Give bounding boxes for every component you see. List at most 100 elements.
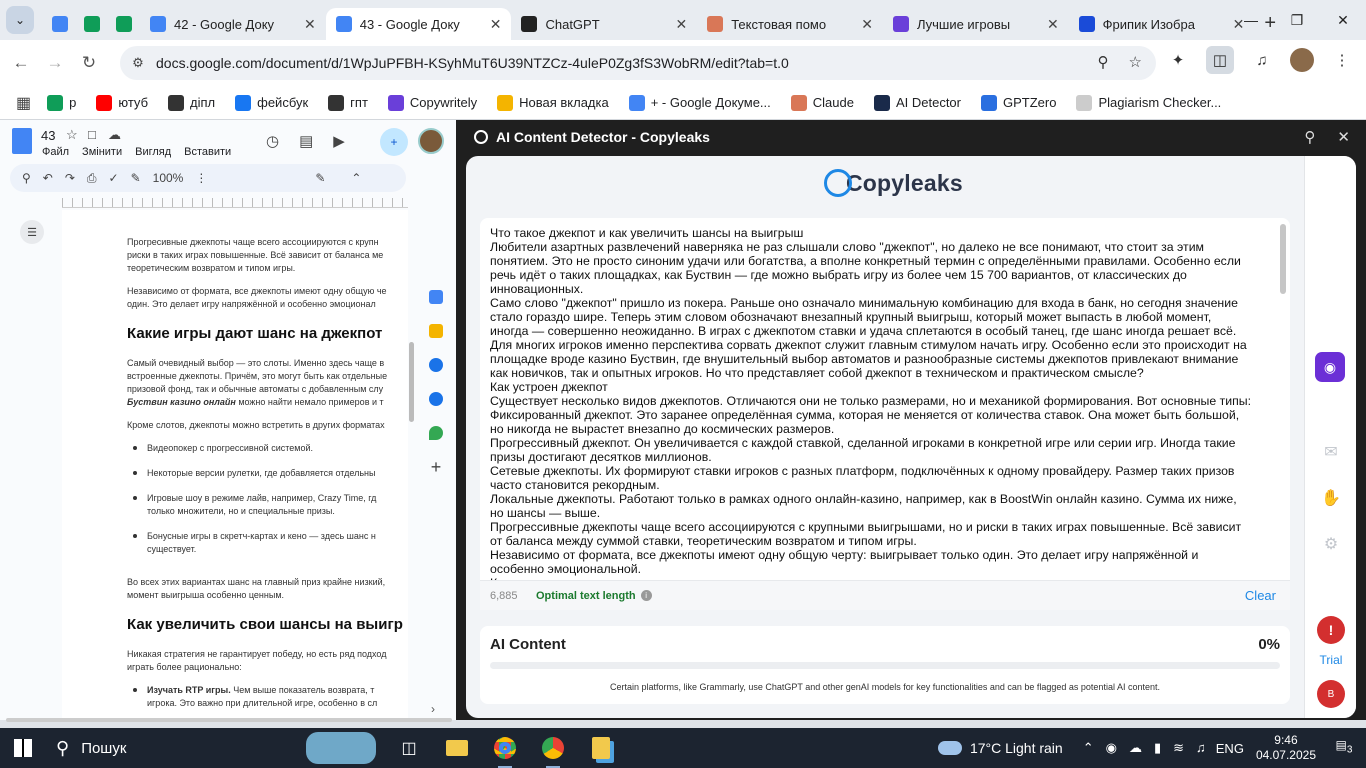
alert-icon[interactable]: ! (1317, 616, 1345, 644)
apps-grid-icon[interactable]: ▦ (10, 93, 37, 113)
tab-4[interactable]: 43 - Google Доку ✕ (325, 8, 512, 40)
profile-avatar[interactable] (1290, 48, 1314, 72)
bookmark-item[interactable]: Новая вкладка (491, 94, 615, 111)
menu-file[interactable]: Файл (42, 146, 69, 158)
chevron-right-icon[interactable]: › (431, 702, 435, 716)
document-page[interactable]: Прогресивные джекпоты чаще всего ассоции… (62, 210, 408, 720)
tab-search-button[interactable]: ⌄ (6, 6, 34, 34)
avatar[interactable] (418, 128, 444, 154)
start-button[interactable] (0, 728, 46, 768)
bookmark-item[interactable]: фейсбук (229, 94, 314, 111)
trial-badge[interactable]: Trial (1305, 653, 1356, 667)
bookmark-item[interactable]: діпл (162, 94, 221, 111)
redo-icon[interactable]: ↷ (65, 171, 75, 185)
chrome-profile-icon[interactable] (538, 733, 568, 768)
reload-icon[interactable]: ↻ (72, 53, 106, 73)
restore-icon[interactable]: ❐ (1274, 12, 1320, 29)
thumbs-up-icon[interactable]: ✋ (1321, 488, 1341, 507)
tasks-icon[interactable] (429, 358, 443, 372)
doc-title[interactable]: 43 (41, 128, 55, 143)
eye-icon[interactable]: ◉ (1315, 352, 1345, 382)
close-tab-icon[interactable]: ✕ (675, 16, 687, 33)
more-icon[interactable]: ⋮ (195, 171, 207, 185)
side-panel-icon[interactable]: ◫ (1206, 46, 1234, 74)
close-tab-icon[interactable]: ✕ (304, 16, 316, 33)
tab-8[interactable]: Фрипик Изобра ✕ (1069, 8, 1255, 40)
comments-icon[interactable]: ▤ (299, 132, 313, 150)
camera-icon[interactable]: ◉ (1106, 740, 1117, 756)
bookmark-star-icon[interactable]: ☆ (1129, 53, 1142, 71)
pin-icon[interactable]: ⚲ (1304, 128, 1315, 146)
close-tab-icon[interactable]: ✕ (1047, 16, 1059, 33)
search-highlight-icon[interactable] (306, 732, 376, 764)
cloud-status-icon[interactable]: ☁ (108, 127, 121, 143)
bookmark-item[interactable]: гпт (322, 94, 374, 111)
settings-icon[interactable]: ⚙ (1321, 534, 1341, 553)
site-info-icon[interactable]: ⚙ (120, 55, 156, 71)
cloud-sync-icon[interactable]: ☁ (1129, 740, 1142, 756)
menu-insert[interactable]: Вставити (184, 146, 231, 158)
minimize-icon[interactable]: — (1228, 12, 1274, 28)
spellcheck-icon[interactable]: ✓ (109, 171, 119, 185)
text-input-area[interactable]: Что такое джекпот и как увеличить шансы … (490, 226, 1270, 580)
print-icon[interactable]: ⎙ (87, 171, 97, 186)
taskbar-search[interactable]: ⚲ Пошук (46, 728, 246, 768)
info-icon[interactable]: i (640, 590, 652, 601)
tab-6[interactable]: Текстовая помо ✕ (697, 8, 883, 40)
volume-icon[interactable]: ♫ (1196, 740, 1206, 756)
bookmark-item[interactable]: р (41, 94, 82, 111)
wifi-icon[interactable]: ≋ (1173, 740, 1184, 756)
horizontal-scrollbar[interactable] (6, 718, 452, 722)
bookmark-item[interactable]: + - Google Докуме... (623, 94, 777, 111)
back-icon[interactable]: ← (4, 53, 38, 73)
notifications-icon[interactable]: ▤3 (1332, 738, 1356, 758)
bookmark-item[interactable]: Plagiarism Checker... (1070, 94, 1227, 111)
bookmark-item[interactable]: GPTZero (975, 94, 1062, 111)
docs-logo-icon[interactable] (12, 128, 32, 154)
calendar-icon[interactable] (429, 290, 443, 304)
user-avatar[interactable]: B (1317, 680, 1345, 708)
keep-icon[interactable] (429, 324, 443, 338)
paint-format-icon[interactable]: ✎ (131, 171, 141, 185)
menu-icon[interactable]: ⋮ (1328, 46, 1356, 74)
bookmark-item[interactable]: Copywritely (382, 94, 483, 111)
move-folder-icon[interactable]: □ (88, 127, 96, 142)
close-tab-icon[interactable]: ✕ (490, 16, 502, 33)
contacts-icon[interactable] (429, 392, 443, 406)
tab-3[interactable]: 42 - Google Доку ✕ (140, 8, 326, 40)
menu-edit[interactable]: Змінити (82, 146, 122, 158)
scrollbar[interactable] (1280, 224, 1286, 294)
undo-icon[interactable]: ↶ (43, 171, 53, 185)
zoom-select[interactable]: 100% (153, 171, 184, 185)
menu-view[interactable]: Вигляд (135, 146, 171, 158)
star-icon[interactable]: ☆ (66, 127, 78, 143)
close-panel-icon[interactable]: ✕ (1337, 128, 1350, 146)
clear-button[interactable]: Clear (1245, 588, 1276, 603)
scrollbar[interactable] (409, 342, 414, 422)
edit-mode-icon[interactable]: ✎ (315, 171, 325, 185)
tab-2[interactable] (108, 8, 140, 40)
outline-icon[interactable]: ☰ (20, 220, 44, 244)
clock[interactable]: 9:46 04.07.2025 (1256, 733, 1316, 763)
chrome-icon[interactable] (490, 733, 520, 768)
extensions-icon[interactable]: ✦ (1164, 46, 1192, 74)
file-explorer-icon[interactable] (442, 733, 472, 763)
chevron-up-icon[interactable]: ⌃ (1083, 740, 1094, 756)
history-icon[interactable]: ◷ (266, 132, 279, 150)
weather-widget[interactable]: 17°C Light rain (937, 740, 1063, 756)
close-icon[interactable]: ✕ (1320, 12, 1366, 29)
bookmark-item[interactable]: AI Detector (868, 94, 967, 111)
bookmark-item[interactable]: ютуб (90, 94, 154, 111)
forward-icon[interactable]: → (38, 53, 72, 73)
add-icon[interactable]: + (429, 458, 443, 476)
ruler[interactable] (62, 198, 408, 208)
search-icon[interactable]: ⚲ (22, 171, 31, 185)
url-text[interactable]: docs.google.com/document/d/1WpJuPFBH-KSy… (156, 55, 789, 71)
tab-7[interactable]: Лучшие игровы ✕ (883, 8, 1069, 40)
mail-icon[interactable]: ✉ (1321, 442, 1341, 461)
share-button[interactable]: + (380, 128, 408, 156)
tab-1[interactable] (76, 8, 108, 40)
tab-0[interactable] (44, 8, 76, 40)
meet-icon[interactable]: ▶ (333, 132, 345, 150)
tab-5[interactable]: ChatGPT ✕ (511, 8, 697, 40)
